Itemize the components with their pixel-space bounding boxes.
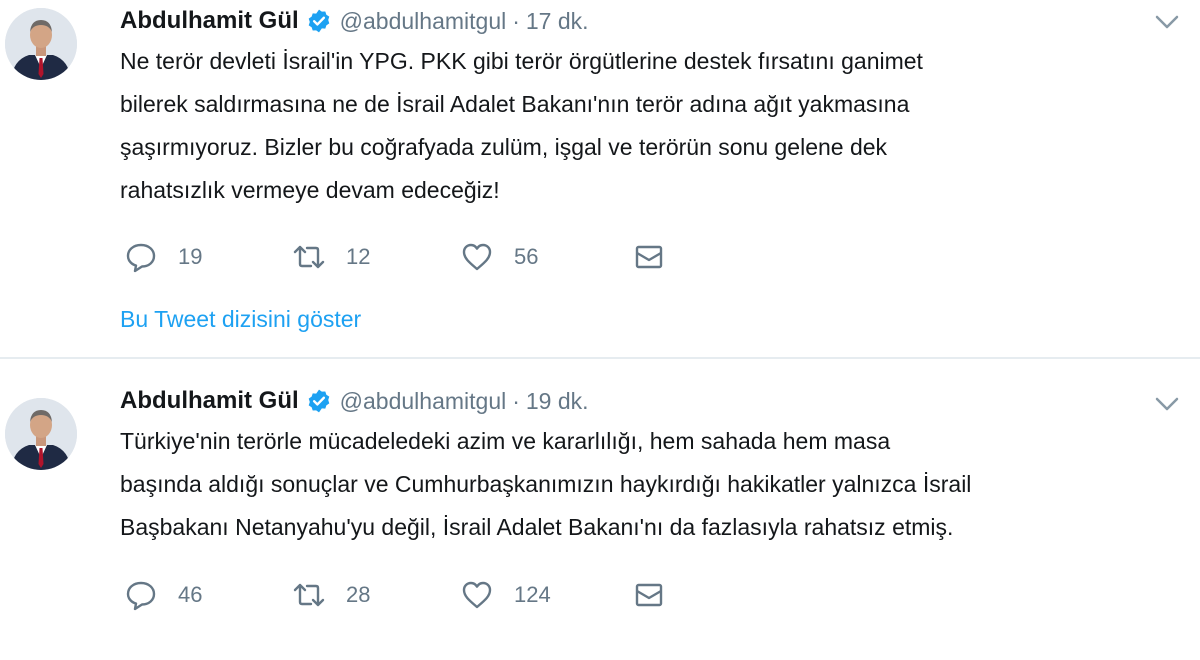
like-count: 56 (514, 244, 539, 269)
avatar[interactable] (5, 8, 77, 80)
retweet-icon (292, 578, 326, 612)
reply-count: 46 (178, 582, 203, 607)
envelope-icon (632, 240, 666, 274)
envelope-icon (632, 578, 666, 612)
author-name[interactable]: Abdulhamit Gül (120, 387, 299, 415)
verified-badge-icon (306, 388, 332, 414)
verified-badge-icon (306, 8, 332, 34)
tweet-actions: 19 12 56 (124, 240, 666, 274)
chevron-down-icon[interactable] (1152, 394, 1182, 414)
tweet[interactable]: Abdulhamit Gül @abdulhamitgul · 17 dk. N… (0, 0, 1200, 358)
tweet-text-line: rahatsızlık vermeye devam edeceğiz! (120, 177, 500, 203)
tweet-text-line: Ne terör devleti İsrail'in YPG. PKK gibi… (120, 48, 923, 74)
tweet-text: Türkiye'nin terörle mücadeledeki azim ve… (120, 420, 1170, 549)
reply-button[interactable]: 46 (124, 578, 292, 612)
like-button[interactable]: 124 (460, 578, 632, 612)
tweet-header: Abdulhamit Gül @abdulhamitgul · 17 dk. (120, 4, 589, 38)
direct-message-button[interactable] (632, 578, 666, 612)
tweet-header: Abdulhamit Gül @abdulhamitgul · 19 dk. (120, 384, 589, 418)
chevron-down-icon[interactable] (1152, 12, 1182, 32)
like-button[interactable]: 56 (460, 240, 632, 274)
tweet-text-line: Başbakanı Netanyahu'yu değil, İsrail Ada… (120, 514, 954, 540)
retweet-button[interactable]: 28 (292, 578, 460, 612)
tweet-text-line: Türkiye'nin terörle mücadeledeki azim ve… (120, 428, 891, 454)
reply-icon (124, 240, 158, 274)
tweet-text: Ne terör devleti İsrail'in YPG. PKK gibi… (120, 40, 1170, 212)
reply-icon (124, 578, 158, 612)
avatar[interactable] (5, 398, 77, 470)
retweet-icon (292, 240, 326, 274)
like-count: 124 (514, 582, 551, 607)
author-handle[interactable]: @abdulhamitgul (340, 388, 507, 415)
tweet-timestamp[interactable]: 17 dk. (526, 8, 589, 35)
tweet-divider (0, 357, 1200, 359)
tweet-text-line: bilerek saldırmasına ne de İsrail Adalet… (120, 91, 910, 117)
tweet-text-line: başında aldığı sonuçlar ve Cumhurbaşkanı… (120, 471, 972, 497)
tweet-timestamp[interactable]: 19 dk. (526, 388, 589, 415)
tweet-text-line: şaşırmıyoruz. Bizler bu coğrafyada zulüm… (120, 134, 888, 160)
heart-icon (460, 240, 494, 274)
reply-button[interactable]: 19 (124, 240, 292, 274)
retweet-button[interactable]: 12 (292, 240, 460, 274)
retweet-count: 12 (346, 244, 371, 269)
reply-count: 19 (178, 244, 203, 269)
tweet-actions: 46 28 124 (124, 578, 666, 612)
author-name[interactable]: Abdulhamit Gül (120, 7, 299, 35)
separator-dot: · (512, 387, 520, 414)
author-handle[interactable]: @abdulhamitgul (340, 8, 507, 35)
show-thread-link[interactable]: Bu Tweet dizisini göster (120, 306, 361, 333)
retweet-count: 28 (346, 582, 371, 607)
separator-dot: · (512, 7, 520, 34)
direct-message-button[interactable] (632, 240, 666, 274)
heart-icon (460, 578, 494, 612)
